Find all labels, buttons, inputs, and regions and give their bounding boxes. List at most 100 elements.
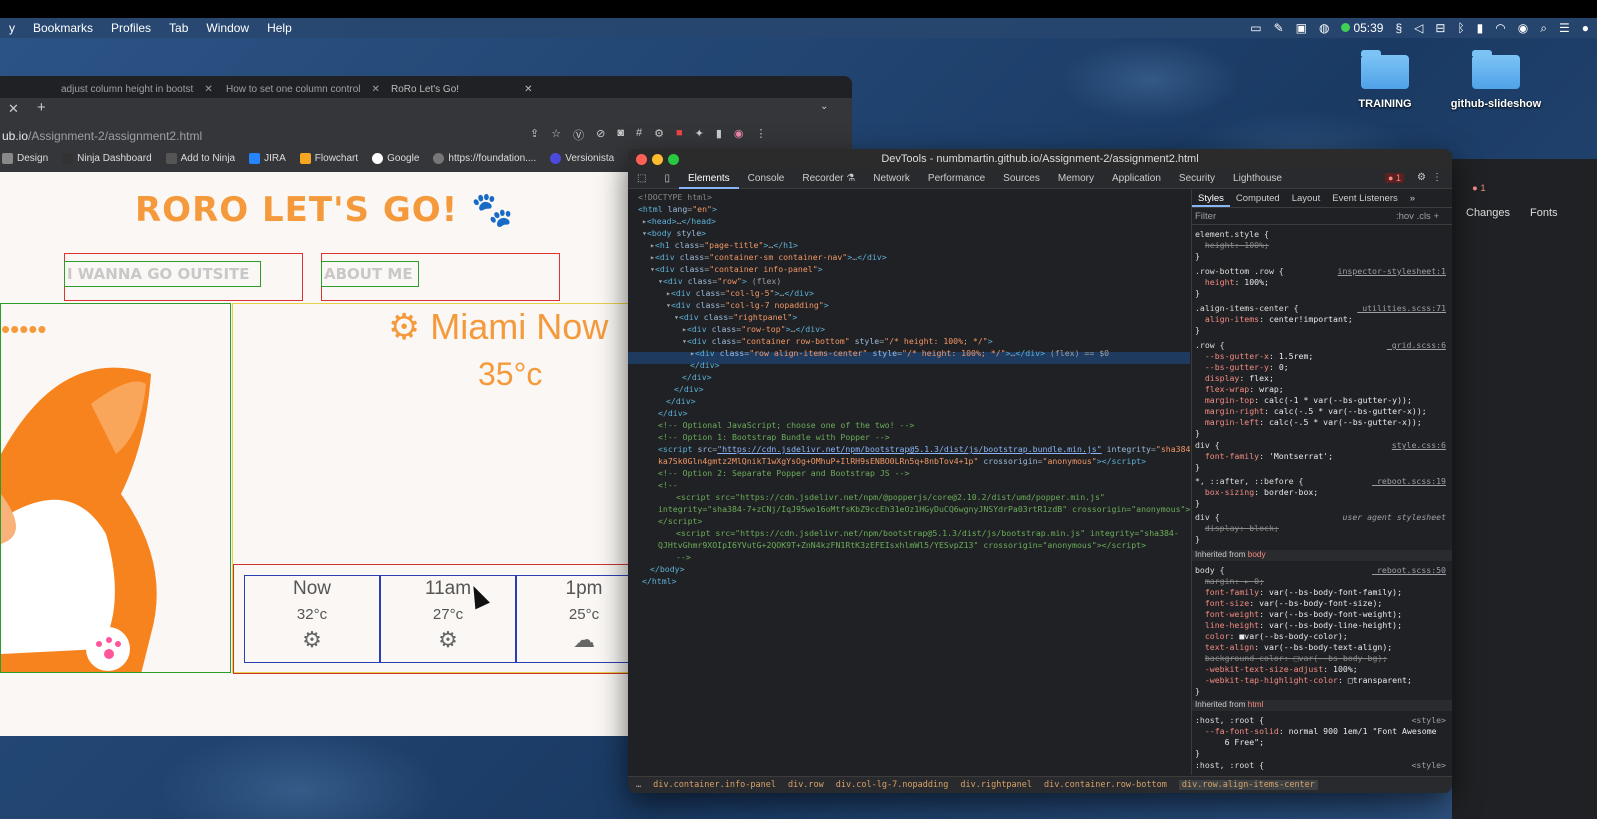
breadcrumb-ellipsis[interactable]: … <box>636 780 641 790</box>
menu-item[interactable]: y <box>0 21 24 35</box>
style-rule[interactable]: 6 Free"; <box>1195 737 1450 748</box>
style-rule[interactable]: --bs-gutter-y: 0; <box>1195 362 1450 373</box>
bookmark-foundation[interactable]: https://foundation.... <box>433 152 536 164</box>
style-rule[interactable]: background-color: □var(--bs-body-bg); <box>1195 653 1450 664</box>
style-rule[interactable]: line-height: var(--bs-body-line-height); <box>1195 620 1450 631</box>
style-rule[interactable]: height: 100%; <box>1195 240 1450 251</box>
menu-help[interactable]: Help <box>258 21 301 35</box>
user-icon[interactable]: ◉ <box>1518 21 1528 35</box>
dom-line[interactable]: </script> <box>658 515 702 527</box>
globe-icon[interactable]: ◍ <box>1319 21 1329 35</box>
elements-dom-tree[interactable]: <!DOCTYPE html> <html lang="en"> ▸<head>… <box>628 190 1190 775</box>
extension-red-icon[interactable]: ■ <box>676 127 683 143</box>
folder-icon[interactable] <box>1472 50 1520 89</box>
filter-tools[interactable]: :hov .cls + <box>1396 209 1439 225</box>
tab-sources[interactable]: Sources <box>994 169 1049 189</box>
style-rule[interactable]: } <box>1195 462 1450 473</box>
style-rule[interactable]: height: 100%; <box>1195 277 1450 288</box>
display-icon[interactable]: ▭ <box>1250 21 1261 35</box>
cast-icon[interactable]: ⊟ <box>1435 21 1445 35</box>
tab-event-listeners[interactable]: Event Listeners <box>1326 190 1403 207</box>
breadcrumb-item-selected[interactable]: div.row.align-items-center <box>1178 780 1318 790</box>
dom-line[interactable]: QJHtvGhmr9XOIpI6YVutG+2QOK9T+ZnN4kzFN1Rt… <box>658 539 1146 551</box>
close-icon[interactable]: ✕ <box>204 84 212 95</box>
dom-line[interactable]: --> <box>676 551 691 563</box>
bookmark-add-to-ninja[interactable]: Add to Ninja <box>165 152 235 164</box>
style-rule[interactable]: div {style.css:6 <box>1195 440 1450 451</box>
dom-line[interactable]: <!-- Option 2: Separate Popper and Boots… <box>658 467 909 479</box>
breadcrumb-item[interactable]: div.container.info-panel <box>653 780 776 790</box>
window-icon[interactable]: ▣ <box>1296 21 1307 35</box>
dom-line[interactable]: <script src="https://cdn.jsdelivr.net/np… <box>676 491 1105 503</box>
tab-elements[interactable]: Elements <box>678 169 739 189</box>
device-toggle-icon[interactable]: ▯ <box>655 169 679 189</box>
style-rule[interactable]: color: ■var(--bs-body-color); <box>1195 631 1450 642</box>
changes-tab[interactable]: Changes <box>1466 207 1510 219</box>
dom-line[interactable]: </div> <box>674 383 704 395</box>
dom-line[interactable]: <!-- <box>658 479 678 491</box>
battery-icon[interactable]: ▮ <box>1477 21 1484 35</box>
menu-icon[interactable]: ⋮ <box>756 127 767 143</box>
dom-line[interactable]: ▾<div class="col-lg-7 nopadding"> <box>666 299 829 311</box>
tab-performance[interactable]: Performance <box>919 169 994 189</box>
address-bar[interactable]: ub.io/Assignment-2/assignment2.html ⇪ ☆ Ⓥ ⊘… <box>0 120 852 148</box>
style-rule[interactable]: } <box>1195 498 1450 509</box>
dom-line[interactable]: ▾<body style> <box>642 227 706 239</box>
dom-line[interactable]: </div> <box>658 407 688 419</box>
settings-gear-icon[interactable]: ⚙ <box>1417 172 1426 183</box>
style-rule[interactable]: --fa-font-solid: normal 900 1em/1 "Font … <box>1195 726 1450 737</box>
style-rule[interactable]: font-size: var(--bs-body-font-size); <box>1195 598 1450 609</box>
dom-line[interactable]: ▾<div class="container row-bottom" style… <box>682 335 993 347</box>
style-rule[interactable]: flex-wrap: wrap; <box>1195 384 1450 395</box>
style-rule[interactable]: .align-items-center {_utilities.scss:71 <box>1195 303 1450 314</box>
dom-line[interactable]: </body> <box>650 563 685 575</box>
style-rule[interactable]: margin-right: calc(-.5 * var(--bs-gutter… <box>1195 406 1450 417</box>
style-rule[interactable]: .row {_grid.scss:6 <box>1195 340 1450 351</box>
dom-line[interactable]: ▸<h1 class="page-title">…</h1> <box>650 239 798 251</box>
siri-icon[interactable]: ● <box>1582 21 1589 35</box>
style-rule[interactable]: } <box>1195 534 1450 545</box>
tab-console[interactable]: Console <box>739 169 794 189</box>
clock-status[interactable]: 05:39 <box>1341 21 1383 35</box>
tab-layout[interactable]: Layout <box>1286 190 1327 207</box>
style-rule[interactable]: } <box>1195 428 1450 439</box>
extension-v-icon[interactable]: Ⓥ <box>573 127 584 143</box>
dom-line[interactable]: </div> <box>690 359 720 371</box>
dom-line[interactable]: ▸<div class="container-sm container-nav"… <box>650 251 887 263</box>
dom-line[interactable]: <!-- Option 1: Bootstrap Bundle with Pop… <box>658 431 890 443</box>
extension-icon[interactable]: ⊘ <box>596 127 605 143</box>
tab-network[interactable]: Network <box>864 169 919 189</box>
error-counter-badge[interactable]: ● 1 <box>1385 173 1404 183</box>
close-icon[interactable]: ✕ <box>372 84 380 95</box>
nav-link-outside[interactable]: I WANNA GO OUTSITE <box>64 261 261 287</box>
breadcrumb-item[interactable]: div.container.row-bottom <box>1044 780 1167 790</box>
extension-icon[interactable]: ▮ <box>716 127 722 143</box>
bookmark-jira[interactable]: JIRA <box>249 152 286 164</box>
dom-line[interactable]: <script src="https://cdn.jsdelivr.net/np… <box>676 527 1179 539</box>
style-rule[interactable]: } <box>1195 686 1450 697</box>
zoom-window-button[interactable] <box>668 154 679 165</box>
dom-line[interactable]: ▾<div class="row"> (flex) <box>658 275 781 287</box>
dom-line[interactable]: ka7Sk0Gln4gmtz2MlQnikT1wXgYsOg+OMhuP+IlR… <box>658 455 1146 467</box>
chevron-down-icon[interactable]: ⌄ <box>820 101 828 112</box>
style-rule[interactable]: font-weight: var(--bs-body-font-weight); <box>1195 609 1450 620</box>
style-rule[interactable]: --bs-gutter-x: 1.5rem; <box>1195 351 1450 362</box>
wifi-icon[interactable]: ◠ <box>1495 21 1505 35</box>
bookmark-design[interactable]: Design <box>2 152 48 164</box>
style-rule[interactable]: body {_reboot.scss:50 <box>1195 565 1450 576</box>
section-icon[interactable]: § <box>1395 21 1402 35</box>
more-tabs-icon[interactable]: » <box>1404 190 1421 207</box>
star-icon[interactable]: ☆ <box>551 127 561 143</box>
style-rule[interactable]: -webkit-tap-highlight-color: □transparen… <box>1195 675 1450 686</box>
style-rule[interactable]: font-family: 'Montserrat'; <box>1195 451 1450 462</box>
breadcrumb-item[interactable]: div.row <box>788 780 824 790</box>
tab-bootstrap[interactable]: adjust column height in bootst ✕ <box>55 80 219 98</box>
style-rule[interactable]: *, ::after, ::before {_reboot.scss:19 <box>1195 476 1450 487</box>
share-icon[interactable]: ⇪ <box>530 127 539 143</box>
style-rule[interactable]: display: block; <box>1195 523 1450 534</box>
style-rule[interactable]: font-family: var(--bs-body-font-family); <box>1195 587 1450 598</box>
more-menu-icon[interactable]: ⋮ <box>1432 172 1442 183</box>
style-rule[interactable]: -webkit-text-size-adjust: 100%; <box>1195 664 1450 675</box>
folder-label-github-slideshow[interactable]: github-slideshow <box>1440 98 1552 110</box>
dom-line[interactable]: integrity="sha384-7+zCNj/IqJ95wo16oMtfsK… <box>658 503 1190 515</box>
